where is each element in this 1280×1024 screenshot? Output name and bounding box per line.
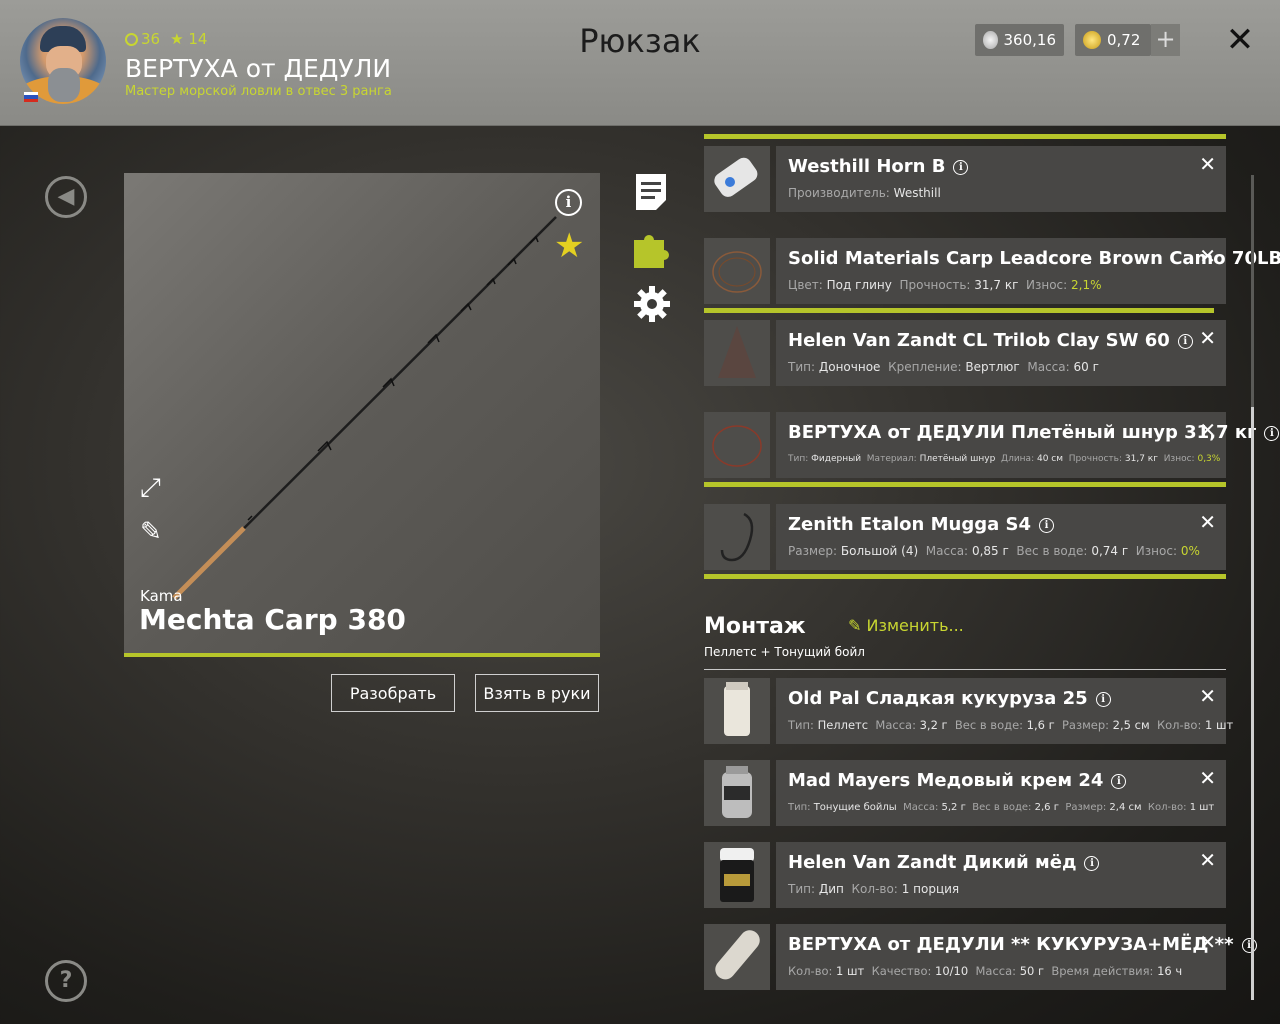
list-item[interactable]: ВЕРТУХА от ДЕДУЛИ ** КУКУРУЗА+МЁД ** i Ко…: [704, 924, 1257, 990]
scrollbar-thumb[interactable]: [1251, 407, 1254, 1000]
pencil-icon[interactable]: ✎: [140, 517, 162, 547]
info-icon[interactable]: i: [1084, 855, 1100, 871]
help-button[interactable]: ?: [45, 960, 87, 1002]
document-icon[interactable]: [632, 172, 670, 212]
item-thumbnail: [704, 760, 770, 826]
item-title: Helen Van Zandt CL Trilob Clay SW 60 i: [788, 330, 1193, 351]
list-item[interactable]: Helen Van Zandt CL Trilob Clay SW 60 i Ти…: [704, 320, 1226, 386]
remove-icon[interactable]: ✕: [1199, 684, 1216, 708]
gold-balance: 0,72: [1075, 24, 1151, 56]
remove-icon[interactable]: ✕: [1199, 848, 1216, 872]
take-in-hands-button[interactable]: Взять в руки: [475, 674, 599, 712]
item-details: Тип: Дип Кол-во: 1 порция: [788, 882, 960, 896]
disassemble-button[interactable]: Разобрать: [331, 674, 455, 712]
info-icon[interactable]: i: [555, 189, 582, 216]
info-icon[interactable]: i: [1177, 333, 1193, 349]
item-details: Тип: Доночное Крепление: Вертлюг Масса: …: [788, 360, 1099, 374]
russia-flag-icon: [24, 92, 38, 102]
montage-subtitle: Пеллетс + Тонущий бойл: [704, 645, 865, 659]
item-thumbnail: [704, 238, 770, 304]
remove-icon[interactable]: ✕: [1199, 510, 1216, 534]
info-icon[interactable]: i: [953, 159, 969, 175]
item-title: Old Pal Сладкая кукуруза 25 i: [788, 688, 1111, 709]
item-title: Helen Van Zandt Дикий мёд i: [788, 852, 1100, 873]
item-title: Westhill Horn Bi: [788, 156, 969, 177]
close-icon[interactable]: ✕: [1224, 23, 1256, 57]
remove-icon[interactable]: ✕: [1199, 930, 1216, 954]
gear-icon[interactable]: [632, 284, 672, 324]
item-details: Кол-во: 1 шт Качество: 10/10 Масса: 50 г…: [788, 964, 1183, 978]
rod-preview: i ★ ⤢ ✎ Kama Mechta Carp 380: [124, 173, 600, 657]
player-rank: Мастер морской ловли в отвес 3 ранга: [125, 84, 392, 99]
silver-balance: 360,16: [975, 24, 1064, 56]
remove-icon[interactable]: ✕: [1199, 326, 1216, 350]
item-thumbnail: [704, 412, 770, 478]
rod-underline: [124, 653, 600, 657]
item-details: Тип: Тонущие бойлы Масса: 5,2 г Вес в во…: [788, 802, 1215, 813]
info-icon[interactable]: i: [1095, 691, 1111, 707]
item-title: ВЕРТУХА от ДЕДУЛИ ** КУКУРУЗА+МЁД ** i: [788, 934, 1257, 955]
item-details: Размер: Большой (4) Масса: 0,85 г Вес в …: [788, 544, 1200, 558]
item-title: Zenith Etalon Mugga S4 i: [788, 514, 1054, 535]
item-title: Mad Mayers Медовый крем 24 i: [788, 770, 1127, 791]
silver-coins-icon: [983, 31, 998, 49]
list-item[interactable]: Zenith Etalon Mugga S4 i Размер: Большой …: [704, 504, 1226, 570]
list-item[interactable]: ВЕРТУХА от ДЕДУЛИ Плетёный шнур 31,7 кг i…: [704, 412, 1280, 478]
remove-icon[interactable]: ✕: [1199, 766, 1216, 790]
list-separator: [704, 308, 1214, 313]
remove-icon[interactable]: ✕: [1199, 152, 1216, 176]
item-details: Тип: Пеллетс Масса: 3,2 г Вес в воде: 1,…: [788, 718, 1234, 732]
list-item[interactable]: Solid Materials Carp Leadcore Brown Camo…: [704, 238, 1280, 304]
montage-title: Монтаж: [704, 614, 806, 639]
item-thumbnail: [704, 842, 770, 908]
scrollbar[interactable]: [1251, 175, 1254, 1000]
item-thumbnail: [704, 146, 770, 212]
info-icon[interactable]: i: [1111, 773, 1127, 789]
add-currency-button[interactable]: +: [1151, 24, 1180, 56]
favorite-star-icon[interactable]: ★: [554, 229, 584, 263]
remove-icon[interactable]: ✕: [1199, 418, 1216, 442]
rod-image: [172, 216, 557, 600]
list-separator: [704, 482, 1226, 487]
puzzle-icon[interactable]: [632, 230, 672, 270]
top-bar: 36 ★ 14 ВЕРТУХА от ДЕДУЛИ Мастер морской…: [0, 0, 1280, 126]
item-details: Производитель: Westhill: [788, 186, 941, 200]
item-details: Цвет: Под глину Прочность: 31,7 кг Износ…: [788, 278, 1102, 292]
info-icon[interactable]: i: [1039, 517, 1054, 533]
gold-coins-icon: [1083, 31, 1101, 49]
remove-icon[interactable]: ✕: [1199, 244, 1216, 268]
edit-montage-link[interactable]: ✎ Изменить...: [848, 616, 964, 635]
back-button[interactable]: ◀: [45, 176, 87, 218]
info-icon[interactable]: i: [1264, 425, 1280, 441]
item-thumbnail: [704, 678, 770, 744]
item-thumbnail: [704, 320, 770, 386]
info-icon[interactable]: i: [1241, 937, 1257, 953]
item-details: Тип: Фидерный Материал: Плетёный шнур Дл…: [788, 454, 1221, 464]
list-item[interactable]: Westhill Horn Bi Производитель: Westhill…: [704, 146, 1226, 212]
item-thumbnail: [704, 924, 770, 990]
list-item[interactable]: Old Pal Сладкая кукуруза 25 i Тип: Пеллет…: [704, 678, 1233, 744]
rod-name: Mechta Carp 380: [139, 603, 406, 636]
list-item[interactable]: Mad Mayers Медовый крем 24 i Тип: Тонущие…: [704, 760, 1226, 826]
montage-divider: [704, 669, 1226, 670]
item-thumbnail: [704, 504, 770, 570]
expand-icon[interactable]: ⤢: [140, 473, 161, 504]
list-separator: [704, 574, 1226, 579]
edit-icon: ✎: [848, 616, 862, 635]
list-item[interactable]: Helen Van Zandt Дикий мёд i Тип: Дип Кол-…: [704, 842, 1226, 908]
list-separator: [704, 134, 1226, 139]
